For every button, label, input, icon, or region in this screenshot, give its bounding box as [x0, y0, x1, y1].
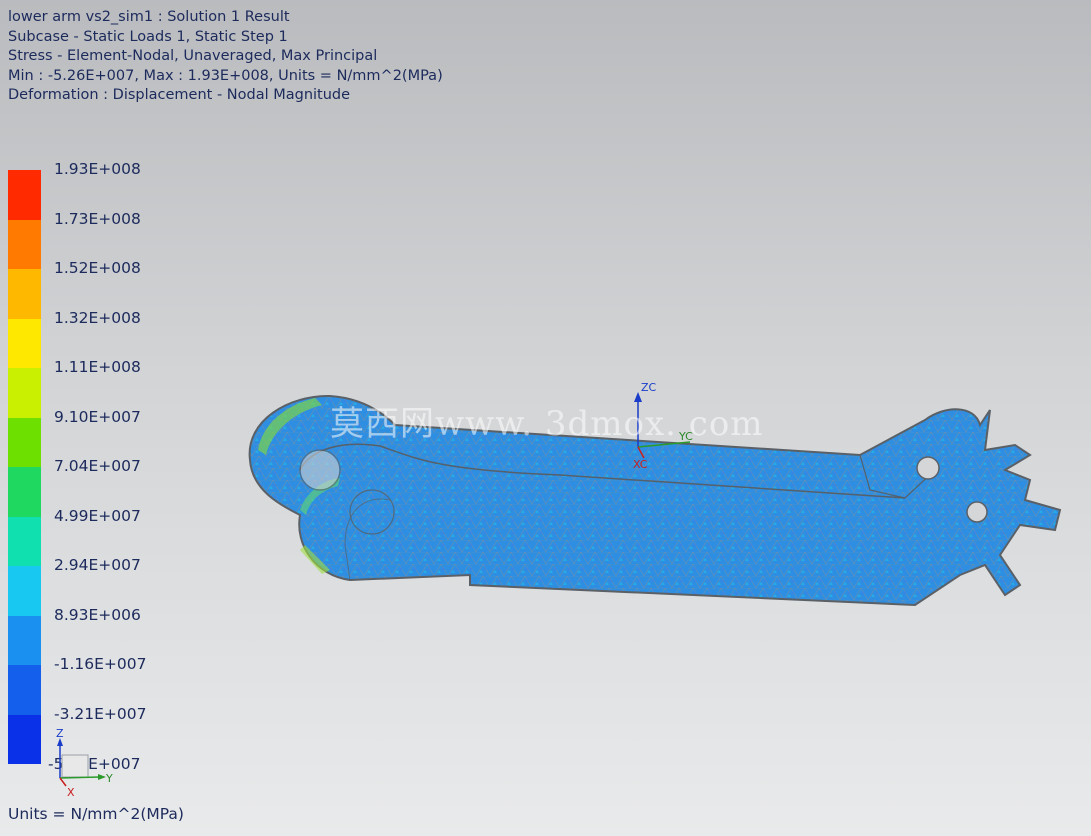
- x-axis-label: X: [67, 786, 75, 799]
- y-axis-label: Y: [105, 772, 113, 785]
- z-axis-label: Z: [56, 727, 64, 740]
- zc-axis-label: ZC: [641, 381, 657, 394]
- xc-axis-label: XC: [633, 458, 648, 471]
- pivot-hole: [299, 449, 341, 491]
- mount-hole: [966, 501, 988, 523]
- watermark: 莫西网www. 3dmox. com: [330, 404, 764, 444]
- view-triad-icon[interactable]: Z Y X: [56, 727, 113, 799]
- mount-hole: [916, 456, 940, 480]
